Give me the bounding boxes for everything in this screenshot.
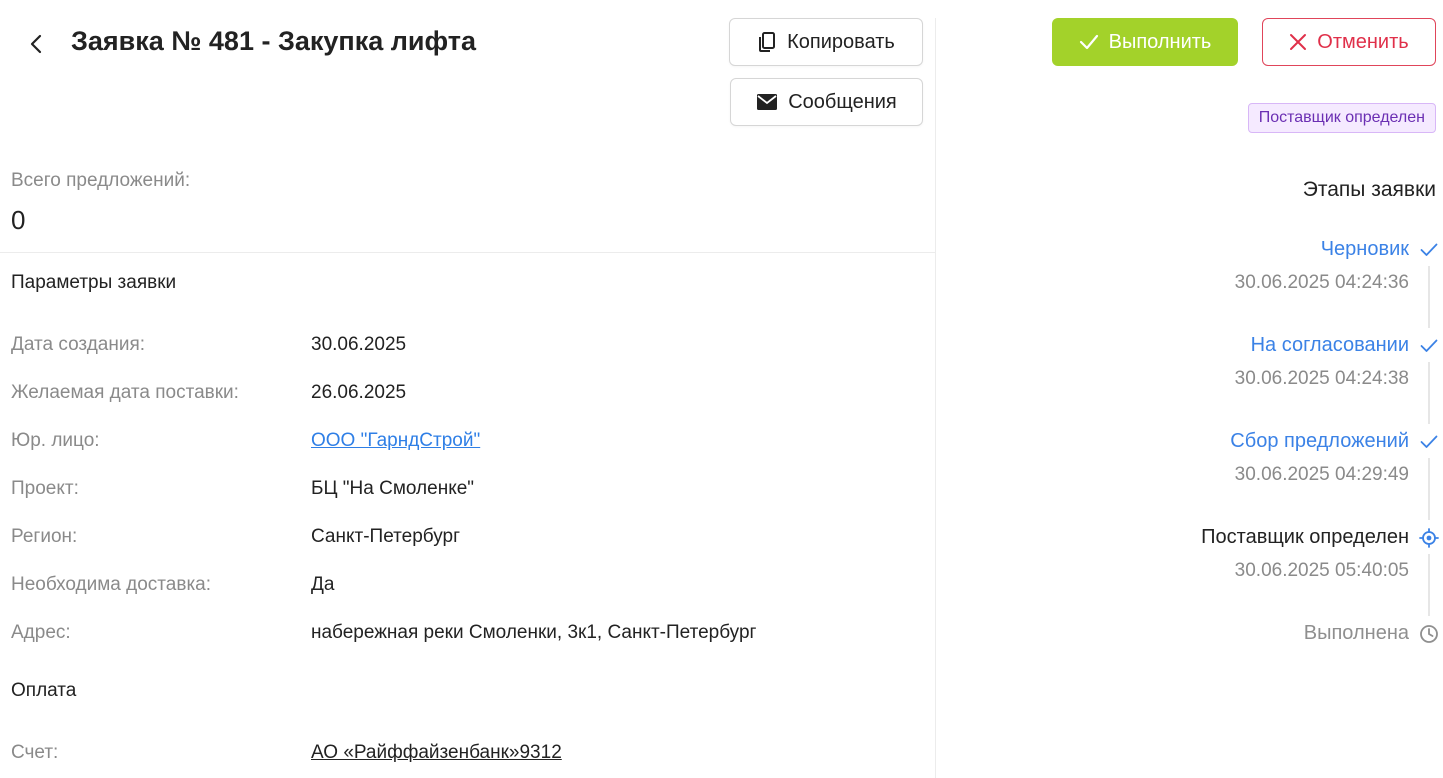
param-row-created: Дата создания: 30.06.2025 xyxy=(0,334,936,364)
request-details: Заявка № 481 - Закупка лифта Копировать … xyxy=(0,0,936,778)
page-header: Заявка № 481 - Закупка лифта Копировать … xyxy=(0,0,936,140)
stage-connector xyxy=(1428,554,1430,616)
page-title: Заявка № 481 - Закупка лифта xyxy=(71,26,477,56)
param-label: Юр. лицо: xyxy=(11,430,100,451)
stage-connector xyxy=(1428,458,1430,520)
param-row-delivery: Необходима доставка: Да xyxy=(0,574,936,604)
param-row-desired-date: Желаемая дата поставки: 26.06.2025 xyxy=(0,382,936,412)
stage-name-completed: Выполнена xyxy=(1303,622,1409,644)
param-label: Адрес: xyxy=(11,622,71,643)
clock-icon xyxy=(1419,624,1439,644)
request-page: Заявка № 481 - Закупка лифта Копировать … xyxy=(0,0,1443,778)
copy-button[interactable]: Копировать xyxy=(729,18,923,66)
param-label: Регион: xyxy=(11,526,78,547)
param-label: Необходима доставка: xyxy=(11,574,212,595)
payment-section-title: Оплата xyxy=(11,680,77,701)
param-value: 30.06.2025 xyxy=(311,334,407,355)
param-label: Желаемая дата поставки: xyxy=(11,382,239,403)
divider xyxy=(0,252,936,253)
copy-button-label: Копировать xyxy=(787,30,895,53)
back-button[interactable] xyxy=(20,28,52,60)
check-icon xyxy=(1079,34,1098,50)
bank-account-link[interactable]: АО «Райффайзенбанк»9312 xyxy=(311,742,562,764)
envelope-icon xyxy=(757,94,778,110)
execute-button-label: Выполнить xyxy=(1108,30,1212,53)
stages-title: Этапы заявки xyxy=(1302,178,1436,201)
param-row-project: Проект: БЦ "На Смоленке" xyxy=(0,478,936,508)
payment-label: Счет: xyxy=(11,742,59,763)
param-label: Дата создания: xyxy=(11,334,146,355)
stage-connector xyxy=(1428,362,1430,424)
offers-total-value: 0 xyxy=(11,205,26,235)
offers-total-label: Всего предложений: xyxy=(11,170,191,191)
param-value: 26.06.2025 xyxy=(311,382,407,403)
check-icon xyxy=(1419,240,1439,260)
params-section-title: Параметры заявки xyxy=(11,272,177,293)
stage-name-approval: На согласовании xyxy=(1250,334,1409,356)
messages-button[interactable]: Сообщения xyxy=(730,78,923,126)
stage-connector xyxy=(1428,266,1430,328)
status-badge: Поставщик определен xyxy=(1247,103,1436,133)
param-value: набережная реки Смоленки, 3к1, Санкт-Пет… xyxy=(311,622,757,643)
param-row-legal-entity: Юр. лицо: ООО "ГарндСтрой" xyxy=(0,430,936,460)
param-value: Санкт-Петербург xyxy=(311,526,461,547)
stage-name-collecting-offers: Сбор предложений xyxy=(1230,430,1409,452)
close-icon xyxy=(1290,34,1307,50)
stage-date: 30.06.2025 04:24:36 xyxy=(1234,272,1409,293)
stage-name-supplier-selected: Поставщик определен xyxy=(1201,526,1409,548)
chevron-left-icon xyxy=(30,34,42,54)
legal-entity-link[interactable]: ООО "ГарндСтрой" xyxy=(311,430,480,452)
param-row-address: Адрес: набережная реки Смоленки, 3к1, Са… xyxy=(0,622,936,652)
stage-date: 30.06.2025 05:40:05 xyxy=(1234,560,1409,581)
stage-date: 30.06.2025 04:24:38 xyxy=(1234,368,1409,389)
payment-row-account: Счет: АО «Райффайзенбанк»9312 xyxy=(0,742,936,772)
target-icon xyxy=(1419,528,1439,548)
check-icon xyxy=(1419,432,1439,452)
column-divider xyxy=(935,18,936,778)
execute-button[interactable]: Выполнить xyxy=(1052,18,1238,66)
check-icon xyxy=(1419,336,1439,356)
stage-date: 30.06.2025 04:29:49 xyxy=(1234,464,1409,485)
messages-button-label: Сообщения xyxy=(788,90,897,113)
cancel-button-label: Отменить xyxy=(1317,30,1409,53)
copy-icon xyxy=(759,32,776,52)
param-row-region: Регион: Санкт-Петербург xyxy=(0,526,936,556)
stage-name-draft: Черновик xyxy=(1320,238,1409,260)
param-value: БЦ "На Смоленке" xyxy=(311,478,475,499)
param-label: Проект: xyxy=(11,478,79,499)
param-value: Да xyxy=(311,574,335,595)
cancel-button[interactable]: Отменить xyxy=(1262,18,1436,66)
